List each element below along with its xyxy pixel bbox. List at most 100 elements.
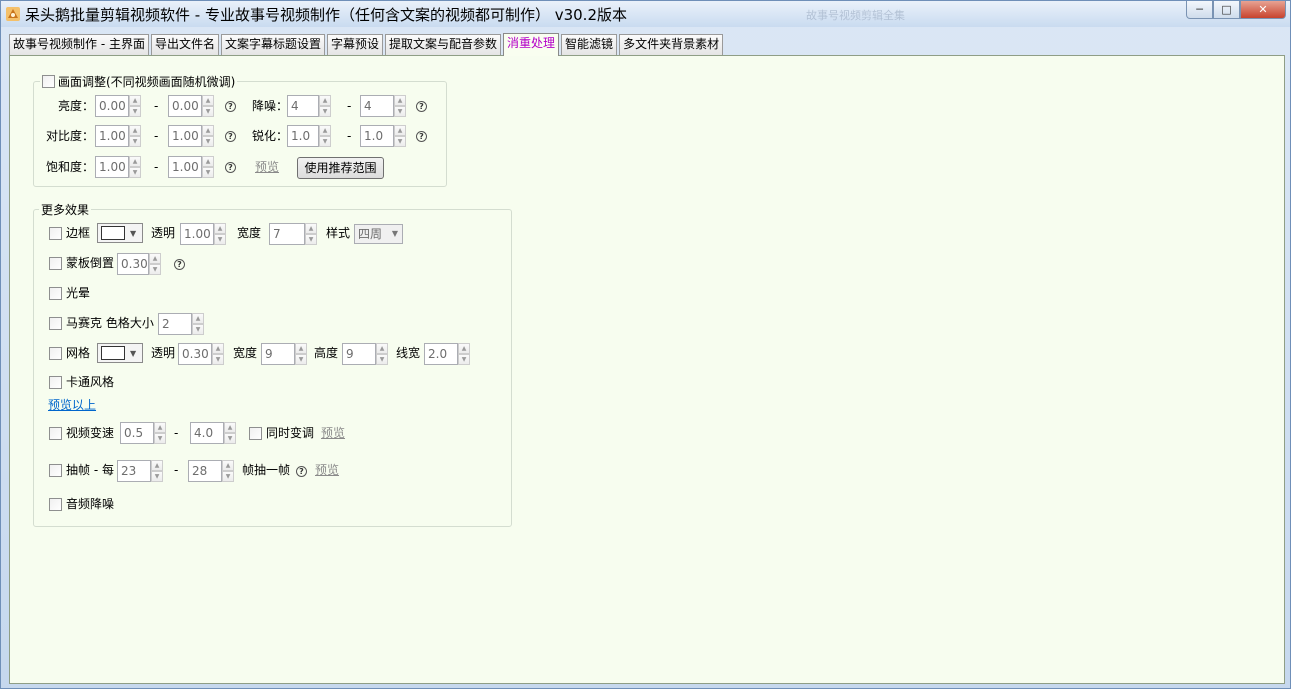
frame-drop-suffix: 帧抽一帧 — [242, 463, 291, 477]
grid-color-swatch — [101, 346, 125, 360]
sharpen-max-spinner[interactable]: 1.0 ▲ ▼ — [360, 125, 406, 147]
tab-multi-folder-bg[interactable]: 多文件夹背景素材 — [619, 34, 724, 55]
brightness-help-icon[interactable]: ? — [225, 101, 236, 112]
frame-drop-min-spinner[interactable]: 23 ▲ ▼ — [117, 460, 163, 482]
border-label: 边框 — [66, 226, 91, 240]
brightness-label: 亮度： — [58, 99, 95, 113]
sharpen-min-spinner[interactable]: 1.0 ▲ ▼ — [287, 125, 331, 147]
tab-subtitle-title[interactable]: 文案字幕标题设置 — [220, 34, 325, 55]
speed-checkbox[interactable] — [49, 427, 62, 440]
mosaic-label: 马赛克 色格大小 — [66, 316, 154, 330]
sharpen-dash: - — [347, 129, 352, 143]
mosaic-size-spinner[interactable]: 2 ▲ ▼ — [158, 313, 204, 335]
spin-down-icon: ▼ — [295, 354, 307, 365]
frame-drop-help-icon[interactable]: ? — [296, 466, 307, 477]
preview-above-link[interactable]: 预览以上 — [48, 395, 96, 415]
saturation-help-icon[interactable]: ? — [225, 162, 236, 173]
tab-main[interactable]: 故事号视频制作 - 主界面 — [9, 34, 149, 55]
spin-down-icon: ▼ — [394, 136, 406, 147]
sharpen-help-icon[interactable]: ? — [416, 131, 427, 142]
spin-down-icon: ▼ — [305, 234, 317, 245]
mosaic-checkbox[interactable] — [49, 317, 62, 330]
border-opacity-spinner[interactable]: 1.00 ▲ ▼ — [180, 223, 226, 245]
title-bar[interactable]: 呆头鹅批量剪辑视频软件 - 专业故事号视频制作（任何含文案的视频都可制作） v3… — [1, 1, 1290, 27]
spin-up-icon: ▲ — [319, 125, 331, 136]
saturation-max-spinner[interactable]: 1.00 ▲ ▼ — [168, 156, 214, 178]
grid-line-spinner[interactable]: 2.0 ▲ ▼ — [424, 343, 470, 365]
tab-dedup[interactable]: 消重处理 — [503, 33, 560, 56]
picture-preview-link[interactable]: 预览 — [255, 157, 279, 177]
denoise-help-icon[interactable]: ? — [416, 101, 427, 112]
spin-up-icon: ▲ — [149, 253, 161, 264]
contrast-dash: - — [154, 129, 159, 143]
picture-adjust-legend: 画面调整(不同视频画面随机微调) — [40, 73, 238, 90]
border-color-swatch — [101, 226, 125, 240]
tab-extract-voice[interactable]: 提取文案与配音参数 — [385, 34, 502, 55]
audio-denoise-label: 音频降噪 — [66, 497, 115, 511]
window-title-ghost: 故事号视频剪辑全集 — [806, 9, 905, 22]
spin-down-icon: ▼ — [154, 433, 166, 444]
audio-denoise-checkbox[interactable] — [49, 498, 62, 511]
spin-down-icon: ▼ — [224, 433, 236, 444]
tab-subtitle-preset[interactable]: 字幕预设 — [327, 34, 384, 55]
spin-down-icon: ▼ — [129, 167, 141, 178]
frame-drop-preview-link[interactable]: 预览 — [315, 460, 339, 480]
speed-preview-link[interactable]: 预览 — [321, 423, 345, 443]
spin-up-icon: ▲ — [202, 156, 214, 167]
grid-width-spinner[interactable]: 9 ▲ ▼ — [261, 343, 307, 365]
contrast-help-icon[interactable]: ? — [225, 131, 236, 142]
denoise-min-spinner[interactable]: 4 ▲ ▼ — [287, 95, 331, 117]
spin-up-icon: ▲ — [129, 95, 141, 106]
spin-up-icon: ▲ — [305, 223, 317, 234]
spin-up-icon: ▲ — [154, 422, 166, 433]
grid-height-spinner[interactable]: 9 ▲ ▼ — [342, 343, 388, 365]
spin-down-icon: ▼ — [214, 234, 226, 245]
chevron-down-icon: ▼ — [130, 228, 137, 238]
contrast-min-spinner[interactable]: 1.00 ▲ ▼ — [95, 125, 141, 147]
grid-checkbox[interactable] — [49, 347, 62, 360]
spin-up-icon: ▲ — [222, 460, 234, 471]
denoise-max-spinner[interactable]: 4 ▲ ▼ — [360, 95, 406, 117]
mask-flip-help-icon[interactable]: ? — [174, 259, 185, 270]
brightness-max-spinner[interactable]: 0.00 ▲ ▼ — [168, 95, 214, 117]
use-recommended-range-button[interactable]: 使用推荐范围 — [297, 157, 384, 179]
border-checkbox[interactable] — [49, 227, 62, 240]
border-color-picker[interactable]: ▼ — [97, 223, 143, 243]
speed-min-spinner[interactable]: 0.5 ▲ ▼ — [120, 422, 166, 444]
spin-down-icon: ▼ — [129, 106, 141, 117]
border-width-spinner[interactable]: 7 ▲ ▼ — [269, 223, 317, 245]
border-style-select[interactable]: 四周 ▼ — [354, 224, 403, 244]
spin-down-icon: ▼ — [212, 354, 224, 365]
denoise-label: 降噪： — [252, 99, 289, 113]
contrast-max-spinner[interactable]: 1.00 ▲ ▼ — [168, 125, 214, 147]
grid-opacity-spinner[interactable]: 0.30 ▲ ▼ — [178, 343, 224, 365]
frame-drop-max-spinner[interactable]: 28 ▲ ▼ — [188, 460, 234, 482]
cartoon-label: 卡通风格 — [66, 375, 115, 389]
maximize-button[interactable]: □ — [1213, 1, 1240, 19]
grid-color-picker[interactable]: ▼ — [97, 343, 143, 363]
sync-pitch-checkbox[interactable] — [249, 427, 262, 440]
tab-smart-filter[interactable]: 智能滤镜 — [561, 34, 618, 55]
halo-checkbox[interactable] — [49, 287, 62, 300]
speed-max-spinner[interactable]: 4.0 ▲ ▼ — [190, 422, 236, 444]
brightness-min-spinner[interactable]: 0.00 ▲ ▼ — [95, 95, 141, 117]
mask-flip-spinner[interactable]: 0.30 ▲ ▼ — [117, 253, 161, 275]
saturation-min-spinner[interactable]: 1.00 ▲ ▼ — [95, 156, 141, 178]
spin-up-icon: ▲ — [319, 95, 331, 106]
cartoon-checkbox[interactable] — [49, 376, 62, 389]
window-title: 呆头鹅批量剪辑视频软件 - 专业故事号视频制作（任何含文案的视频都可制作） v3… — [25, 6, 627, 24]
denoise-dash: - — [347, 99, 352, 113]
close-button[interactable]: ✕ — [1240, 1, 1286, 19]
mask-flip-checkbox[interactable] — [49, 257, 62, 270]
tab-export-filename[interactable]: 导出文件名 — [150, 34, 219, 55]
sync-pitch-label: 同时变调 — [266, 426, 315, 440]
spin-up-icon: ▲ — [394, 95, 406, 106]
minimize-button[interactable]: ─ — [1186, 1, 1213, 19]
frame-drop-checkbox[interactable] — [49, 464, 62, 477]
picture-adjust-checkbox[interactable] — [42, 75, 55, 88]
spin-up-icon: ▲ — [394, 125, 406, 136]
spin-down-icon: ▼ — [151, 471, 163, 482]
picture-adjust-title: 画面调整(不同视频画面随机微调) — [58, 75, 236, 89]
spin-down-icon: ▼ — [376, 354, 388, 365]
spin-up-icon: ▲ — [376, 343, 388, 354]
